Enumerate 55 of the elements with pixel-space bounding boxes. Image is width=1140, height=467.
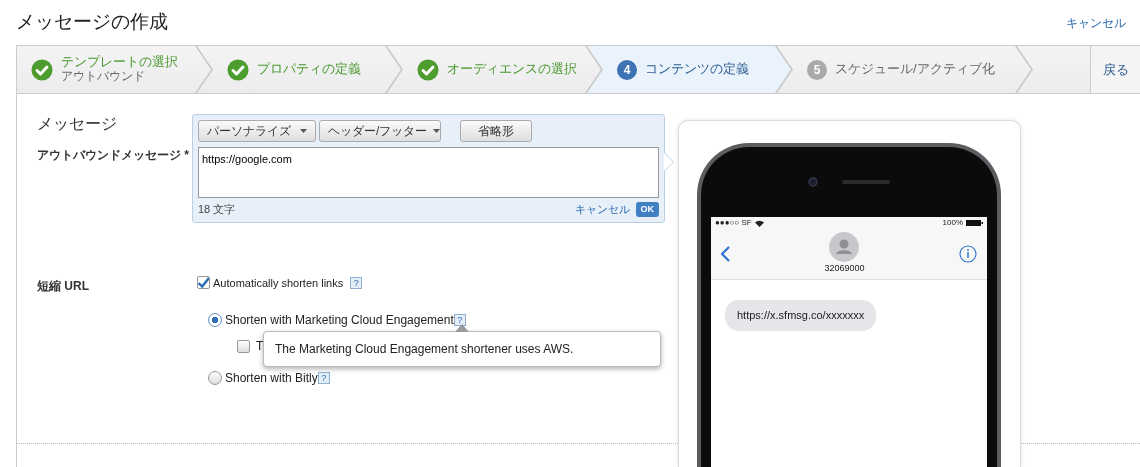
wifi-icon: [754, 219, 764, 227]
check-circle-icon: [31, 58, 53, 81]
toolbar-button[interactable]: 省略形: [460, 120, 532, 142]
checkbox-label: T: [256, 338, 264, 355]
back-button[interactable]: 戻る: [1090, 46, 1140, 93]
contact-number: 32069000: [824, 262, 865, 276]
wizard-step[interactable]: 5 スケジュール/アクティブ化: [777, 46, 1031, 93]
cancel-link[interactable]: キャンセル: [574, 201, 630, 218]
wizard-step[interactable]: テンプレートの選択 アウトバウンド: [17, 46, 211, 93]
back-chevron-icon: [721, 246, 730, 262]
radio-label: Shorten with Bitly: [225, 370, 318, 387]
step-number: 5: [807, 59, 827, 80]
battery-icon: [966, 220, 983, 226]
caret-icon: [300, 129, 307, 133]
info-icon: [959, 245, 977, 263]
help-icon[interactable]: ?: [453, 314, 466, 326]
avatar-icon: [829, 232, 860, 263]
step-label: コンテンツの定義: [645, 62, 749, 77]
step-number: 4: [617, 59, 637, 80]
camera-icon: [808, 177, 818, 187]
step-label: スケジュール/アクティブ化: [835, 62, 995, 77]
toolbar-button[interactable]: ヘッダー/フッター: [319, 120, 441, 142]
cancel-link[interactable]: キャンセル: [1066, 13, 1126, 32]
carrier-text: ●●●○○ SF: [715, 217, 752, 229]
wizard-step[interactable]: オーディエンスの選択: [387, 46, 601, 93]
wizard-step[interactable]: 4 コンテンツの定義: [587, 46, 791, 93]
page-title: メッセージの作成: [16, 10, 168, 35]
char-count: 18 文字: [198, 202, 236, 217]
step-sublabel: アウトバウンド: [61, 70, 146, 84]
checkbox[interactable]: [237, 339, 250, 353]
ok-button[interactable]: OK: [635, 201, 659, 217]
tooltip-arrow: [455, 324, 469, 332]
wizard-step[interactable]: プロパティの定義: [197, 46, 401, 93]
radio-button[interactable]: [208, 313, 222, 327]
checkbox-label: Automatically shorten links: [213, 275, 344, 291]
battery-text: 100%: [942, 217, 963, 229]
step-label: オーディエンスの選択: [447, 62, 577, 77]
check-circle-icon: [417, 58, 439, 81]
speaker-icon: [842, 180, 890, 184]
caret-icon: [433, 129, 441, 133]
message-bubble: https://x.sfmsg.co/xxxxxxx: [725, 300, 877, 331]
tooltip: The Marketing Cloud Engagement shortener uses AWS.: [263, 331, 661, 367]
help-icon[interactable]: ?: [317, 372, 330, 384]
radio-button[interactable]: [208, 371, 222, 385]
checkbox[interactable]: [197, 276, 210, 290]
radio-label: Shorten with Marketing Cloud Engagement: [225, 312, 454, 329]
toolbar-button[interactable]: パーソナライズ: [198, 120, 316, 142]
field-label: 短縮 URL: [37, 277, 90, 295]
field-label: アウトバウンドメッセージ *: [37, 147, 190, 164]
check-circle-icon: [227, 58, 249, 81]
section-title: メッセージ: [37, 114, 117, 134]
help-icon[interactable]: ?: [350, 276, 363, 289]
message-input[interactable]: https://google.com: [198, 147, 659, 198]
step-label: プロパティの定義: [257, 62, 361, 77]
step-label: テンプレートの選択: [61, 55, 178, 71]
